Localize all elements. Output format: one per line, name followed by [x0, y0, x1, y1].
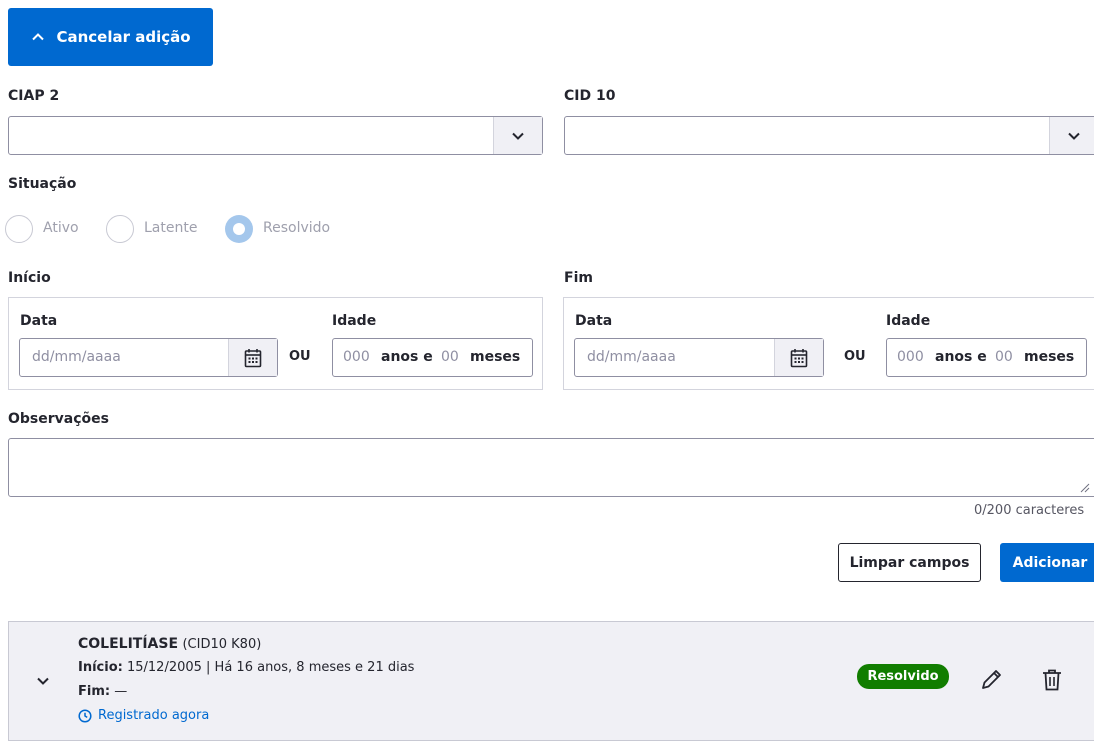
- fim-date-input[interactable]: dd/mm/aaaa: [574, 338, 824, 377]
- inicio-idade-label: Idade: [332, 313, 377, 329]
- problem-start-value: 15/12/2005 | Há 16 anos, 8 meses e 21 di…: [126, 660, 415, 675]
- situacao-label: Situação: [8, 176, 77, 192]
- status-badge-label: Resolvido: [867, 669, 939, 684]
- chevron-down-icon: [1068, 132, 1080, 140]
- inicio-years-input[interactable]: 000: [343, 349, 370, 365]
- inicio-idade-input[interactable]: 000 anos e 00 meses: [332, 338, 533, 377]
- fim-months-input[interactable]: 00: [995, 349, 1013, 365]
- fim-years-input[interactable]: 000: [897, 349, 924, 365]
- cid-label: CID 10: [564, 88, 616, 104]
- clear-fields-label: Limpar campos: [849, 554, 970, 571]
- ciap-label: CIAP 2: [8, 88, 60, 104]
- fim-idade-input[interactable]: 000 anos e 00 meses: [886, 338, 1087, 377]
- add-button[interactable]: Adicionar: [1000, 543, 1094, 582]
- radio-ativo[interactable]: [5, 215, 33, 243]
- fim-years-unit: anos e: [935, 349, 987, 365]
- problem-start-line: Início: 15/12/2005 | Há 16 anos, 8 meses…: [78, 660, 414, 675]
- ciap-dropdown-button[interactable]: [493, 117, 542, 154]
- pencil-icon[interactable]: [980, 667, 1004, 691]
- ciap-select[interactable]: [8, 116, 543, 155]
- resize-handle-icon[interactable]: [1080, 483, 1090, 493]
- fim-data-label: Data: [575, 313, 613, 329]
- problem-code: (CID10 K80): [182, 637, 262, 652]
- problem-item-card: COLELITÍASE (CID10 K80) Início: 15/12/20…: [8, 621, 1094, 741]
- inicio-data-label: Data: [20, 313, 58, 329]
- problem-registered-line: Registrado agora: [78, 708, 209, 723]
- calendar-icon: [790, 348, 808, 367]
- radio-resolvido[interactable]: [225, 215, 253, 243]
- observacoes-textarea[interactable]: [8, 438, 1094, 497]
- problem-registered-text: Registrado agora: [98, 708, 210, 723]
- add-button-label: Adicionar: [1012, 554, 1088, 571]
- radio-latente[interactable]: [106, 215, 134, 243]
- fim-date-placeholder: dd/mm/aaaa: [587, 349, 676, 365]
- inicio-group: Data dd/mm/aaaa OU Idade 000 anos e 00 m…: [8, 297, 543, 390]
- clear-fields-button[interactable]: Limpar campos: [838, 543, 981, 582]
- radio-ativo-label: Ativo: [43, 220, 79, 236]
- inicio-or-text: OU: [289, 349, 311, 364]
- chevron-down-icon: [512, 132, 524, 140]
- observacoes-counter: 0/200 caracteres: [974, 503, 1085, 518]
- problem-end-label: Fim:: [78, 684, 111, 699]
- problem-title-line: COLELITÍASE (CID10 K80): [78, 636, 261, 652]
- cid-dropdown-button[interactable]: [1049, 117, 1094, 154]
- clock-icon: [78, 708, 92, 723]
- chevron-up-icon: [32, 33, 45, 41]
- observacoes-label: Observações: [8, 411, 109, 427]
- inicio-years-unit: anos e: [381, 349, 433, 365]
- chevron-down-icon[interactable]: [35, 673, 51, 689]
- inicio-months-unit: meses: [470, 349, 521, 365]
- fim-calendar-button[interactable]: [774, 339, 823, 376]
- fim-label: Fim: [564, 270, 593, 286]
- inicio-calendar-button[interactable]: [228, 339, 277, 376]
- trash-icon[interactable]: [1041, 668, 1063, 692]
- problem-end-value: —: [114, 684, 128, 699]
- inicio-months-input[interactable]: 00: [441, 349, 459, 365]
- problem-title: COLELITÍASE: [78, 636, 179, 652]
- inicio-date-placeholder: dd/mm/aaaa: [32, 349, 121, 365]
- status-badge: Resolvido: [857, 664, 949, 689]
- calendar-icon: [244, 348, 262, 367]
- radio-latente-label: Latente: [144, 220, 198, 236]
- radio-resolvido-label: Resolvido: [263, 220, 331, 236]
- cancel-add-button[interactable]: Cancelar adição: [8, 8, 213, 66]
- cid-select[interactable]: [564, 116, 1094, 155]
- fim-group: Data dd/mm/aaaa OU Idade 000 anos e 00 m…: [563, 297, 1094, 390]
- problem-end-line: Fim: —: [78, 684, 127, 699]
- fim-months-unit: meses: [1024, 349, 1075, 365]
- cancel-add-label: Cancelar adição: [56, 28, 191, 46]
- fim-idade-label: Idade: [886, 313, 931, 329]
- fim-or-text: OU: [844, 349, 866, 364]
- problem-start-label: Início:: [78, 660, 123, 675]
- inicio-label: Início: [8, 270, 51, 286]
- inicio-date-input[interactable]: dd/mm/aaaa: [19, 338, 278, 377]
